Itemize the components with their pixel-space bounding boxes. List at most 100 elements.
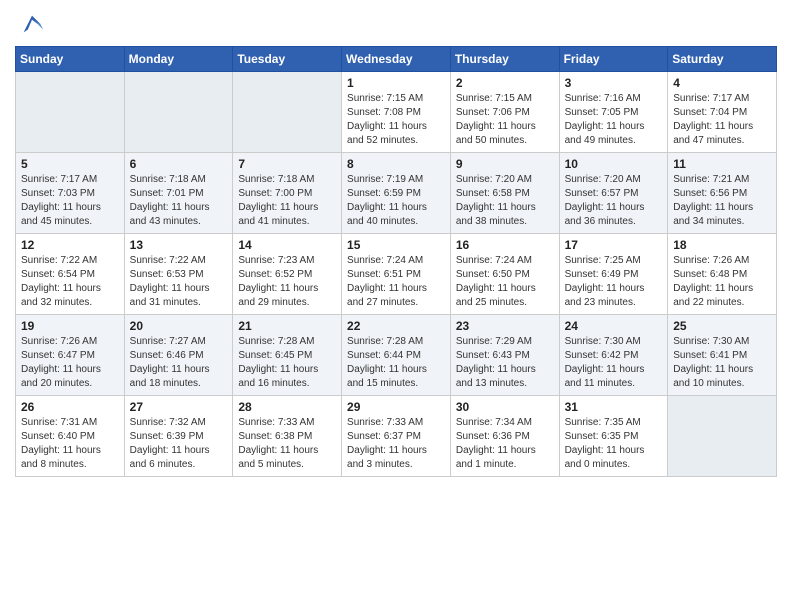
day-info: Sunrise: 7:33 AM Sunset: 6:38 PM Dayligh… [238,416,336,472]
weekday-header: Tuesday [233,47,342,72]
calendar-cell: 13 Sunrise: 7:22 AM Sunset: 6:53 PM Dayli… [124,234,233,315]
day-info: Sunrise: 7:21 AM Sunset: 6:56 PM Dayligh… [673,173,771,229]
day-info: Sunrise: 7:20 AM Sunset: 6:58 PM Dayligh… [456,173,554,229]
day-info: Sunrise: 7:29 AM Sunset: 6:43 PM Dayligh… [456,335,554,391]
calendar-cell: 22 Sunrise: 7:28 AM Sunset: 6:44 PM Dayli… [342,315,451,396]
day-info: Sunrise: 7:25 AM Sunset: 6:49 PM Dayligh… [565,254,663,310]
day-number: 21 [238,319,336,333]
calendar-table: SundayMondayTuesdayWednesdayThursdayFrid… [15,46,777,477]
day-info: Sunrise: 7:28 AM Sunset: 6:45 PM Dayligh… [238,335,336,391]
calendar-cell: 23 Sunrise: 7:29 AM Sunset: 6:43 PM Dayli… [450,315,559,396]
calendar-cell: 1 Sunrise: 7:15 AM Sunset: 7:08 PM Daylig… [342,72,451,153]
calendar-cell [233,72,342,153]
day-number: 1 [347,76,445,90]
day-info: Sunrise: 7:34 AM Sunset: 6:36 PM Dayligh… [456,416,554,472]
day-number: 30 [456,400,554,414]
calendar-cell: 29Sunrise: 7:33 AM Sunset: 6:37 PM Dayli… [342,396,451,477]
day-number: 9 [456,157,554,171]
day-number: 25 [673,319,771,333]
calendar-cell: 11 Sunrise: 7:21 AM Sunset: 6:56 PM Dayli… [668,153,777,234]
day-info: Sunrise: 7:22 AM Sunset: 6:53 PM Dayligh… [130,254,228,310]
calendar-cell: 31 Sunrise: 7:35 AM Sunset: 6:35 PM Dayli… [559,396,668,477]
logo [15,10,46,38]
calendar-cell: 28 Sunrise: 7:33 AM Sunset: 6:38 PM Dayli… [233,396,342,477]
day-info: Sunrise: 7:26 AM Sunset: 6:48 PM Dayligh… [673,254,771,310]
day-number: 11 [673,157,771,171]
day-number: 20 [130,319,228,333]
weekday-header: Friday [559,47,668,72]
day-info: Sunrise: 7:20 AM Sunset: 6:57 PM Dayligh… [565,173,663,229]
day-number: 31 [565,400,663,414]
calendar-cell: 7Sunrise: 7:18 AM Sunset: 7:00 PM Daylig… [233,153,342,234]
day-number: 19 [21,319,119,333]
day-info: Sunrise: 7:15 AM Sunset: 7:08 PM Dayligh… [347,92,445,148]
day-info: Sunrise: 7:24 AM Sunset: 6:50 PM Dayligh… [456,254,554,310]
day-info: Sunrise: 7:26 AM Sunset: 6:47 PM Dayligh… [21,335,119,391]
calendar-week-row: 5 Sunrise: 7:17 AM Sunset: 7:03 PM Daylig… [16,153,777,234]
page-header [15,10,777,38]
day-number: 6 [130,157,228,171]
calendar-cell [124,72,233,153]
day-number: 2 [456,76,554,90]
day-number: 3 [565,76,663,90]
weekday-header: Sunday [16,47,125,72]
weekday-header: Monday [124,47,233,72]
calendar-cell: 4 Sunrise: 7:17 AM Sunset: 7:04 PM Daylig… [668,72,777,153]
day-info: Sunrise: 7:15 AM Sunset: 7:06 PM Dayligh… [456,92,554,148]
day-info: Sunrise: 7:17 AM Sunset: 7:04 PM Dayligh… [673,92,771,148]
calendar-cell: 24Sunrise: 7:30 AM Sunset: 6:42 PM Dayli… [559,315,668,396]
calendar-cell: 19 Sunrise: 7:26 AM Sunset: 6:47 PM Dayli… [16,315,125,396]
day-number: 4 [673,76,771,90]
calendar-header-row: SundayMondayTuesdayWednesdayThursdayFrid… [16,47,777,72]
calendar-week-row: 19 Sunrise: 7:26 AM Sunset: 6:47 PM Dayli… [16,315,777,396]
day-info: Sunrise: 7:30 AM Sunset: 6:41 PM Dayligh… [673,335,771,391]
calendar-cell: 18Sunrise: 7:26 AM Sunset: 6:48 PM Dayli… [668,234,777,315]
day-number: 13 [130,238,228,252]
calendar-cell: 5 Sunrise: 7:17 AM Sunset: 7:03 PM Daylig… [16,153,125,234]
calendar-cell: 2 Sunrise: 7:15 AM Sunset: 7:06 PM Daylig… [450,72,559,153]
day-number: 22 [347,319,445,333]
calendar-cell: 21 Sunrise: 7:28 AM Sunset: 6:45 PM Dayli… [233,315,342,396]
day-number: 14 [238,238,336,252]
day-info: Sunrise: 7:30 AM Sunset: 6:42 PM Dayligh… [565,335,663,391]
day-info: Sunrise: 7:19 AM Sunset: 6:59 PM Dayligh… [347,173,445,229]
calendar-cell: 14 Sunrise: 7:23 AM Sunset: 6:52 PM Dayli… [233,234,342,315]
day-number: 5 [21,157,119,171]
calendar-cell [668,396,777,477]
day-number: 15 [347,238,445,252]
calendar-cell: 16 Sunrise: 7:24 AM Sunset: 6:50 PM Dayli… [450,234,559,315]
weekday-header: Thursday [450,47,559,72]
calendar-cell: 6 Sunrise: 7:18 AM Sunset: 7:01 PM Daylig… [124,153,233,234]
weekday-header: Wednesday [342,47,451,72]
day-info: Sunrise: 7:35 AM Sunset: 6:35 PM Dayligh… [565,416,663,472]
day-info: Sunrise: 7:17 AM Sunset: 7:03 PM Dayligh… [21,173,119,229]
calendar-cell: 9 Sunrise: 7:20 AM Sunset: 6:58 PM Daylig… [450,153,559,234]
day-info: Sunrise: 7:18 AM Sunset: 7:01 PM Dayligh… [130,173,228,229]
day-number: 17 [565,238,663,252]
calendar-cell: 17 Sunrise: 7:25 AM Sunset: 6:49 PM Dayli… [559,234,668,315]
day-info: Sunrise: 7:23 AM Sunset: 6:52 PM Dayligh… [238,254,336,310]
calendar-week-row: 12 Sunrise: 7:22 AM Sunset: 6:54 PM Dayli… [16,234,777,315]
logo-icon [18,10,46,38]
calendar-cell [16,72,125,153]
day-number: 23 [456,319,554,333]
day-info: Sunrise: 7:31 AM Sunset: 6:40 PM Dayligh… [21,416,119,472]
day-info: Sunrise: 7:27 AM Sunset: 6:46 PM Dayligh… [130,335,228,391]
calendar-cell: 3Sunrise: 7:16 AM Sunset: 7:05 PM Daylig… [559,72,668,153]
day-info: Sunrise: 7:32 AM Sunset: 6:39 PM Dayligh… [130,416,228,472]
day-number: 7 [238,157,336,171]
calendar-cell: 27 Sunrise: 7:32 AM Sunset: 6:39 PM Dayli… [124,396,233,477]
calendar-week-row: 1 Sunrise: 7:15 AM Sunset: 7:08 PM Daylig… [16,72,777,153]
weekday-header: Saturday [668,47,777,72]
day-info: Sunrise: 7:33 AM Sunset: 6:37 PM Dayligh… [347,416,445,472]
day-number: 16 [456,238,554,252]
day-number: 12 [21,238,119,252]
calendar-cell: 30 Sunrise: 7:34 AM Sunset: 6:36 PM Dayli… [450,396,559,477]
day-info: Sunrise: 7:22 AM Sunset: 6:54 PM Dayligh… [21,254,119,310]
day-number: 28 [238,400,336,414]
calendar-cell: 25 Sunrise: 7:30 AM Sunset: 6:41 PM Dayli… [668,315,777,396]
day-number: 26 [21,400,119,414]
calendar-cell: 8Sunrise: 7:19 AM Sunset: 6:59 PM Daylig… [342,153,451,234]
day-info: Sunrise: 7:28 AM Sunset: 6:44 PM Dayligh… [347,335,445,391]
day-number: 27 [130,400,228,414]
